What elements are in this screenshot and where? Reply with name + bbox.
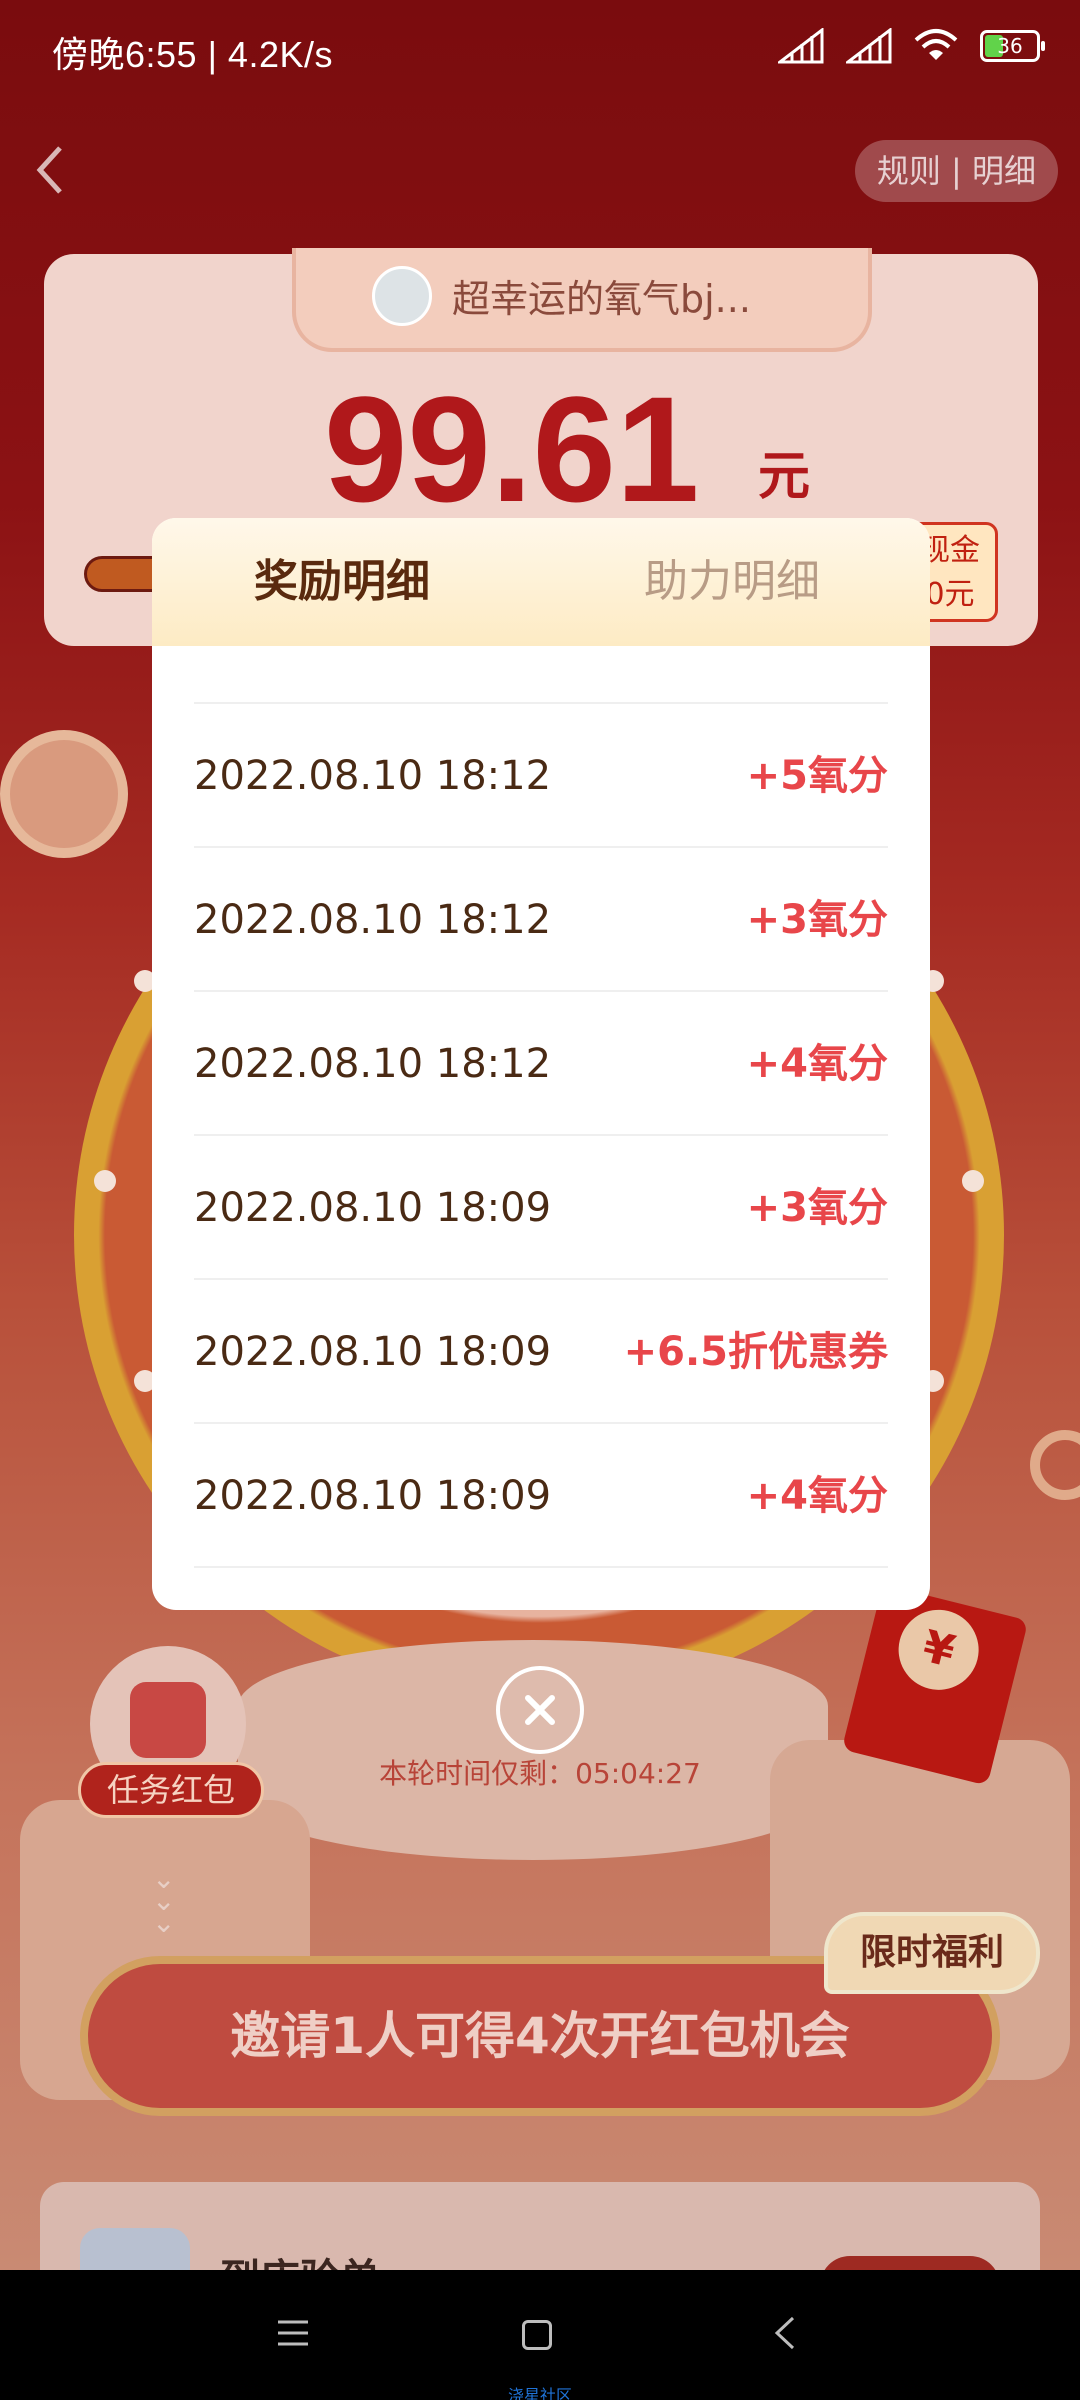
record-reward: +3氧分: [746, 897, 888, 943]
list-item: 2022.08.10 18:09 +3氧分: [194, 1136, 888, 1280]
record-time: 2022.08.10 18:12: [194, 1041, 552, 1087]
list-item: 2022.08.10 18:09 +6.5折优惠券: [194, 1280, 888, 1424]
record-time: 2022.08.10 18:09: [194, 1185, 552, 1231]
list-item: 2022.08.10 18:12 +5氧分: [194, 704, 888, 848]
record-reward: +4氧分: [746, 1473, 888, 1519]
list-item: 2022.08.10 18:12 +4氧分: [194, 992, 888, 1136]
record-time: 2022.08.10 18:09: [194, 1329, 552, 1375]
system-nav-bar: [0, 2270, 1080, 2400]
record-reward: +5氧分: [746, 753, 888, 799]
nav-back-button[interactable]: [745, 2298, 825, 2368]
close-icon: [525, 1695, 555, 1725]
record-time: 2022.08.10 18:12: [194, 753, 552, 799]
reward-record-list[interactable]: 2022.08.10 18:12 +5氧分 2022.08.10 18:12 +…: [194, 702, 888, 1568]
nav-menu-button[interactable]: [253, 2298, 333, 2368]
record-reward: +3氧分: [746, 1185, 888, 1231]
back-icon: [774, 2316, 795, 2350]
reward-details-dialog: 奖励明细 助力明细 2022.08.10 18:12 +5氧分 2022.08.…: [152, 518, 930, 1610]
tab-reward-details[interactable]: 奖励明细: [254, 518, 430, 646]
record-time: 2022.08.10 18:09: [194, 1473, 552, 1519]
dialog-tab-bar: 奖励明细 助力明细: [152, 518, 930, 646]
close-button[interactable]: [496, 1666, 584, 1754]
nav-home-button[interactable]: [497, 2298, 577, 2368]
record-time: 2022.08.10 18:12: [194, 897, 552, 943]
tab-assist-details[interactable]: 助力明细: [644, 518, 820, 646]
list-item: 2022.08.10 18:09 +4氧分: [194, 1424, 888, 1568]
watermark: 浇星社区: [507, 2386, 572, 2400]
menu-icon: [278, 2320, 308, 2346]
list-item: 2022.08.10 18:12 +3氧分: [194, 848, 888, 992]
record-reward: +4氧分: [746, 1041, 888, 1087]
home-icon: [522, 2320, 552, 2350]
record-reward: +6.5折优惠券: [623, 1329, 888, 1375]
